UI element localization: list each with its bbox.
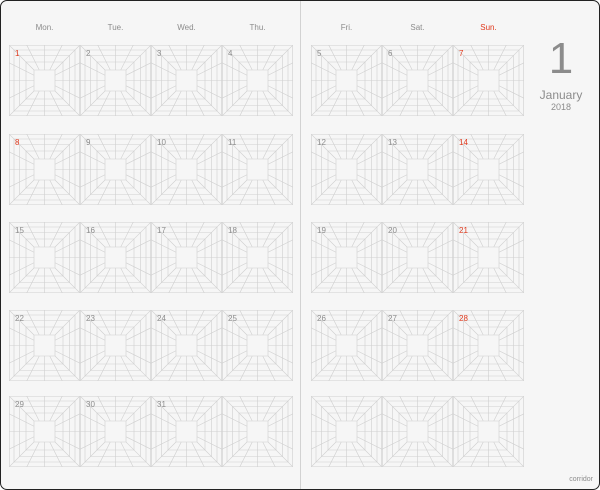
calendar-day-cell[interactable]: 28 [453,310,524,381]
day-number: 29 [15,400,24,409]
corridor-grid-icon [382,396,453,467]
day-number: 7 [459,49,464,58]
calendar-day-cell[interactable]: 26 [311,310,382,381]
calendar-day-cell[interactable]: 7 [453,45,524,116]
calendar-page: Mon. Tue. Wed. Thu. Fri. Sat. Sun. 1 2 3 4 5 6 7 8 9 10… [0,0,600,490]
corridor-grid-icon [453,45,524,116]
corridor-grid-icon [9,45,80,116]
calendar-day-cell[interactable]: 11 [222,134,293,205]
brand-label: corridor [569,476,593,483]
calendar-day-cell[interactable]: 25 [222,310,293,381]
day-number: 19 [317,226,326,235]
day-number: 8 [15,138,20,147]
day-number: 18 [228,226,237,235]
corridor-grid-icon [151,45,222,116]
weekday-sun: Sun. [480,23,497,32]
day-number: 17 [157,226,166,235]
calendar-day-cell[interactable] [453,396,524,467]
calendar-day-cell[interactable]: 30 [80,396,151,467]
weekday-sat: Sat. [410,23,425,32]
current-day-number: 1 [548,34,574,83]
day-number: 25 [228,314,237,323]
page-spine [300,1,301,489]
day-number: 5 [317,49,322,58]
day-number: 22 [15,314,24,323]
calendar-day-cell[interactable]: 17 [151,222,222,293]
calendar-day-cell[interactable]: 5 [311,45,382,116]
corridor-grid-icon [382,45,453,116]
calendar-day-cell[interactable]: 16 [80,222,151,293]
day-number: 3 [157,49,162,58]
calendar-day-cell[interactable]: 10 [151,134,222,205]
day-number: 27 [388,314,397,323]
weekday-wed: Wed. [177,23,196,32]
day-number: 9 [86,138,91,147]
day-number: 16 [86,226,95,235]
day-number: 12 [317,138,326,147]
day-number: 1 [15,49,20,58]
day-number: 2 [86,49,91,58]
day-number: 20 [388,226,397,235]
weekday-mon: Mon. [35,23,54,32]
weekday-thu: Thu. [249,23,266,32]
calendar-day-cell[interactable]: 27 [382,310,453,381]
calendar-day-cell[interactable]: 2 [80,45,151,116]
calendar-day-cell[interactable]: 3 [151,45,222,116]
day-number: 30 [86,400,95,409]
day-number: 23 [86,314,95,323]
corridor-grid-icon [9,134,80,205]
calendar-day-cell[interactable]: 14 [453,134,524,205]
calendar-day-cell[interactable]: 19 [311,222,382,293]
calendar-day-cell[interactable]: 18 [222,222,293,293]
calendar-day-cell[interactable]: 21 [453,222,524,293]
calendar-day-cell[interactable]: 1 [9,45,80,116]
calendar-day-cell[interactable]: 31 [151,396,222,467]
day-number: 6 [388,49,393,58]
corridor-grid-icon [311,396,382,467]
month-label: January [539,88,583,102]
calendar-day-cell[interactable]: 9 [80,134,151,205]
calendar-day-cell[interactable]: 29 [9,396,80,467]
calendar-day-cell[interactable]: 24 [151,310,222,381]
day-number: 31 [157,400,166,409]
corridor-grid-icon [311,45,382,116]
calendar-day-cell[interactable]: 13 [382,134,453,205]
corridor-grid-icon [80,45,151,116]
day-number: 14 [459,138,468,147]
day-number: 28 [459,314,468,323]
corridor-grid-icon [222,396,293,467]
day-number: 15 [15,226,24,235]
day-number: 13 [388,138,397,147]
day-number: 11 [228,138,237,147]
day-number: 26 [317,314,326,323]
day-number: 24 [157,314,166,323]
day-number: 21 [459,226,468,235]
weekday-fri: Fri. [340,23,353,32]
calendar-day-cell[interactable] [382,396,453,467]
calendar-day-cell[interactable]: 22 [9,310,80,381]
calendar-day-cell[interactable] [222,396,293,467]
calendar-day-cell[interactable] [311,396,382,467]
calendar-day-cell[interactable]: 12 [311,134,382,205]
calendar-day-cell[interactable]: 6 [382,45,453,116]
day-number: 4 [228,49,233,58]
calendar-day-cell[interactable]: 8 [9,134,80,205]
corridor-grid-icon [80,134,151,205]
year-label: 2018 [550,102,572,112]
corridor-grid-icon [453,396,524,467]
calendar-day-cell[interactable]: 23 [80,310,151,381]
calendar-day-cell[interactable]: 4 [222,45,293,116]
corridor-grid-icon [222,45,293,116]
weekday-tue: Tue. [107,23,124,32]
calendar-day-cell[interactable]: 20 [382,222,453,293]
calendar-day-cell[interactable]: 15 [9,222,80,293]
day-number: 10 [157,138,166,147]
